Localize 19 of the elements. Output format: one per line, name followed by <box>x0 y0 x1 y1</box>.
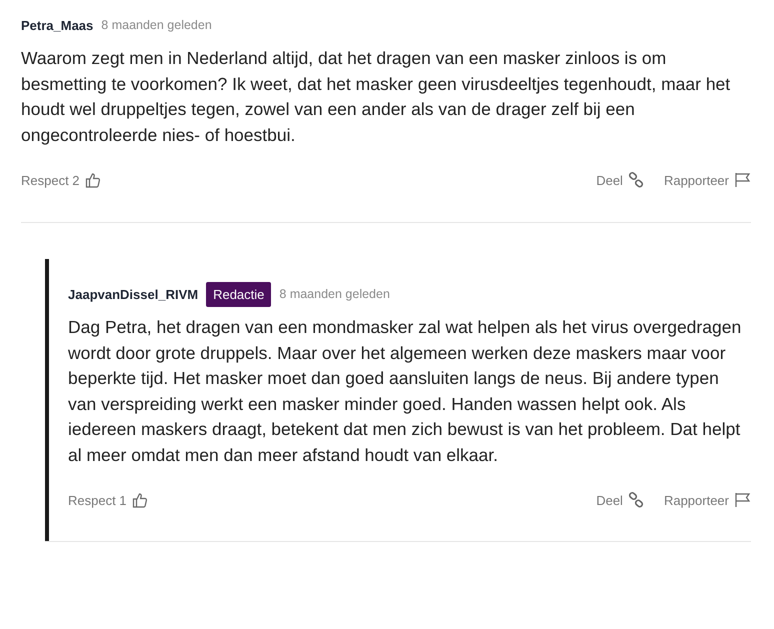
flag-icon <box>734 172 751 188</box>
report-button[interactable]: Rapporteer <box>664 172 751 188</box>
report-button[interactable]: Rapporteer <box>664 492 751 508</box>
flag-icon <box>734 492 751 508</box>
comment-text: Waarom zegt men in Nederland altijd, dat het dragen van een masker zinloos is om besmetting te voorkomen? Ik weet, dat het masker geen virusdeeltjes tegenhoudt, maar het houdt wel druppeltjes tegen, zowel van een ander als van de drager zelf bij een ongecontroleerde nies- of hoestbui. <box>21 47 732 147</box>
respect-button[interactable]: Respect 2 <box>21 172 101 188</box>
share-button[interactable]: Deel <box>596 172 644 188</box>
role-badge: Redactie <box>206 282 272 306</box>
share-button[interactable]: Deel <box>596 492 644 508</box>
link-icon <box>628 492 644 508</box>
author-name[interactable]: JaapvanDissel_RIVM <box>68 286 198 302</box>
timestamp: 8 maanden geleden <box>279 287 390 301</box>
respect-button[interactable]: Respect 1 <box>68 492 148 508</box>
author-name[interactable]: Petra_Maas <box>21 18 94 32</box>
timestamp: 8 maanden geleden <box>101 18 212 32</box>
link-icon <box>628 172 644 188</box>
comment-text: Dag Petra, het dragen van een mondmasker zal wat helpen als het virus overgedragen wordt door grote druppels. Maar over het algemeen werken deze maskers maar voor beperkte tijd. Het masker moet dan goed aansluiten langs de neus. Bij andere typen van verspreiding werkt een masker minder goed. Handen wassen helpt ook. Als iedereen maskers draagt, betekent dat men zich bewust is van het probleem. Dat helpt al meer omdat men dan meer afstand houdt van elkaar. <box>68 316 742 466</box>
thumbs-up-icon <box>132 492 148 508</box>
thumbs-up-icon <box>84 172 101 188</box>
